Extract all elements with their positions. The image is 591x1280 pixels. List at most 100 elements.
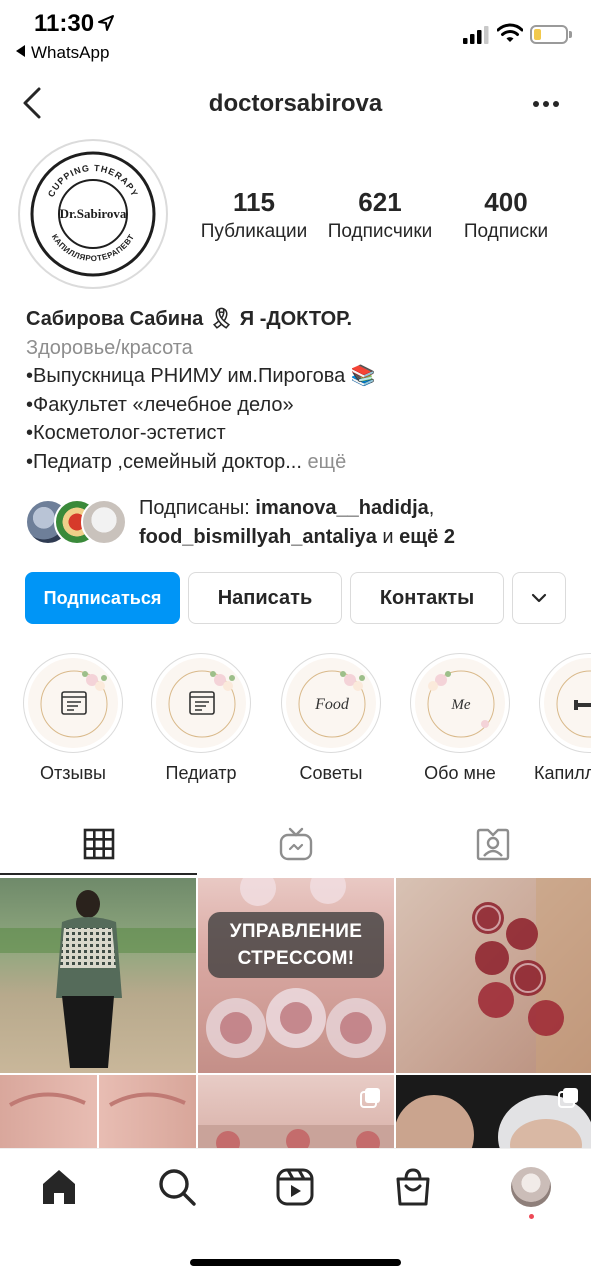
shop-icon[interactable] xyxy=(393,1167,433,1207)
status-bar: 11:30 WhatsApp xyxy=(0,0,591,70)
post-thumbnail[interactable] xyxy=(0,878,196,1073)
highlight-capillary[interactable]: Капилл xyxy=(524,650,591,784)
highlight-label: Советы xyxy=(299,763,363,783)
bio-line-last: •Педиатр ,семейный доктор... ещё xyxy=(26,448,576,477)
igtv-icon xyxy=(279,827,312,861)
highlight-label: Капилл xyxy=(534,763,591,783)
avatar-logo: CUPPING THERAPY КАПИЛЛЯРОТЕРАПЕВТ Dr.Sab… xyxy=(30,151,156,277)
battery-tip xyxy=(569,31,572,38)
search-icon[interactable] xyxy=(157,1167,197,1207)
back-to-app-link[interactable]: WhatsApp xyxy=(16,43,109,63)
post-thumbnail[interactable] xyxy=(396,878,591,1073)
highlight-reviews[interactable]: Отзывы xyxy=(8,650,138,784)
followed-by-separator: , xyxy=(428,497,435,519)
profile-display-name: Сабирова Сабина 🎗 Я -ДОКТОР. xyxy=(26,305,576,334)
highlight-label: Отзывы xyxy=(40,763,106,783)
ribbon-emoji: 🎗 xyxy=(208,308,235,330)
posts-label: Публикации xyxy=(200,221,308,242)
post-image xyxy=(472,878,591,1073)
active-tab-indicator xyxy=(0,873,197,875)
stat-posts[interactable]: 115 Публикации xyxy=(190,186,318,246)
chevron-down-icon xyxy=(531,593,547,603)
flower-frame: Food xyxy=(298,670,366,738)
battery-icon xyxy=(530,25,568,44)
followers-count: 621 xyxy=(358,187,402,217)
svg-text:Dr.Sabirova: Dr.Sabirova xyxy=(60,206,127,221)
post-image xyxy=(396,1095,591,1148)
post-thumbnail[interactable]: УПРАВЛЕНИЕ СТРЕССОМ! xyxy=(198,878,394,1073)
followers-label: Подписчики xyxy=(327,221,433,242)
flower-frame xyxy=(40,670,108,738)
profile-icon[interactable] xyxy=(511,1167,551,1207)
bio-line: •Выпускница РНИМУ им.Пирогова 📚 xyxy=(26,365,376,387)
highlight-about-me[interactable]: Me Обо мне xyxy=(395,650,525,784)
multiple-posts-icon xyxy=(558,1088,578,1108)
wifi-icon xyxy=(497,23,523,42)
tab-grid[interactable] xyxy=(0,812,197,876)
back-app-label: WhatsApp xyxy=(31,43,110,62)
post-image xyxy=(198,1125,394,1148)
followed-by-middle: и xyxy=(376,526,400,548)
bio-more-link[interactable]: ещё xyxy=(307,451,346,473)
flower-frame: Me xyxy=(427,670,495,738)
stat-following[interactable]: 400 Подписки xyxy=(446,186,566,246)
profile-username: doctorsabirova xyxy=(208,90,383,117)
more-options-icon[interactable] xyxy=(532,96,560,112)
display-name: Сабирова Сабина xyxy=(26,308,204,330)
posts-count: 115 xyxy=(233,187,275,217)
location-arrow-icon xyxy=(98,15,114,31)
following-count: 400 xyxy=(484,187,528,217)
followed-by-text[interactable]: Подписаны: imanova__hadidja, food_bismil… xyxy=(139,494,579,552)
followed-by-more[interactable]: ещё 2 xyxy=(399,526,455,548)
post-image xyxy=(0,890,196,1068)
bio-line: •Факультет «лечебное дело» xyxy=(26,393,294,416)
document-icon xyxy=(61,691,87,715)
post-caption-overlay: УПРАВЛЕНИЕ СТРЕССОМ! xyxy=(208,912,384,978)
post-thumbnail[interactable] xyxy=(396,1075,591,1148)
message-button[interactable]: Написать xyxy=(188,572,342,624)
tab-igtv[interactable] xyxy=(197,812,394,876)
dumbbell-icon xyxy=(574,700,591,710)
highlight-label: Обо мне xyxy=(424,763,496,783)
profile-tabs xyxy=(0,812,591,876)
reels-icon[interactable] xyxy=(275,1167,315,1207)
posts-grid: УПРАВЛЕНИЕ СТРЕССОМ! xyxy=(0,878,591,1148)
post-image xyxy=(9,1075,186,1148)
highlight-pediatrician[interactable]: Педиатр xyxy=(136,650,266,784)
home-icon[interactable] xyxy=(39,1167,79,1207)
tagged-icon xyxy=(476,828,509,861)
home-indicator xyxy=(190,1259,401,1266)
highlight-label: Педиатр xyxy=(165,763,237,783)
flower-frame xyxy=(556,670,591,738)
following-label: Подписки xyxy=(463,221,549,242)
post-thumbnail[interactable] xyxy=(198,1075,394,1148)
status-time: 11:30 xyxy=(34,10,95,37)
bio-line: •Педиатр ,семейный доктор... xyxy=(26,450,302,473)
contacts-button[interactable]: Контакты xyxy=(350,572,504,624)
profile-bio: Сабирова Сабина 🎗 Я -ДОКТОР. Здоровье/кр… xyxy=(26,305,576,476)
grid-icon xyxy=(83,828,114,860)
multiple-posts-icon xyxy=(360,1088,380,1108)
followed-by-avatars[interactable] xyxy=(25,499,129,547)
follower-name-2[interactable]: food_bismillyah_antaliya xyxy=(139,526,377,548)
document-icon xyxy=(189,691,215,715)
follow-button[interactable]: Подписаться xyxy=(25,572,180,624)
bio-line: •Косметолог-эстетист xyxy=(26,422,226,444)
follower-name-1[interactable]: imanova__hadidja xyxy=(255,497,428,519)
post-thumbnail[interactable] xyxy=(0,1075,196,1148)
follower-avatar xyxy=(81,499,127,545)
back-triangle-icon xyxy=(16,45,25,57)
cellular-signal-icon xyxy=(463,26,489,44)
svg-text:Food: Food xyxy=(314,696,350,713)
story-highlights: Отзывы Педиатр Food Советы Me Обо мне Ка… xyxy=(0,650,591,790)
notification-dot xyxy=(529,1214,534,1219)
svg-text:Me: Me xyxy=(450,697,470,713)
flower-frame xyxy=(168,670,236,738)
tab-tagged[interactable] xyxy=(394,812,591,876)
suggested-accounts-button[interactable] xyxy=(512,572,566,624)
profile-category: Здоровье/красота xyxy=(26,336,193,359)
stat-followers[interactable]: 621 Подписчики xyxy=(318,186,442,246)
followed-by-prefix: Подписаны: xyxy=(139,497,256,519)
display-name-suffix: Я -ДОКТОР. xyxy=(234,308,353,330)
highlight-tips[interactable]: Food Советы xyxy=(266,650,396,784)
